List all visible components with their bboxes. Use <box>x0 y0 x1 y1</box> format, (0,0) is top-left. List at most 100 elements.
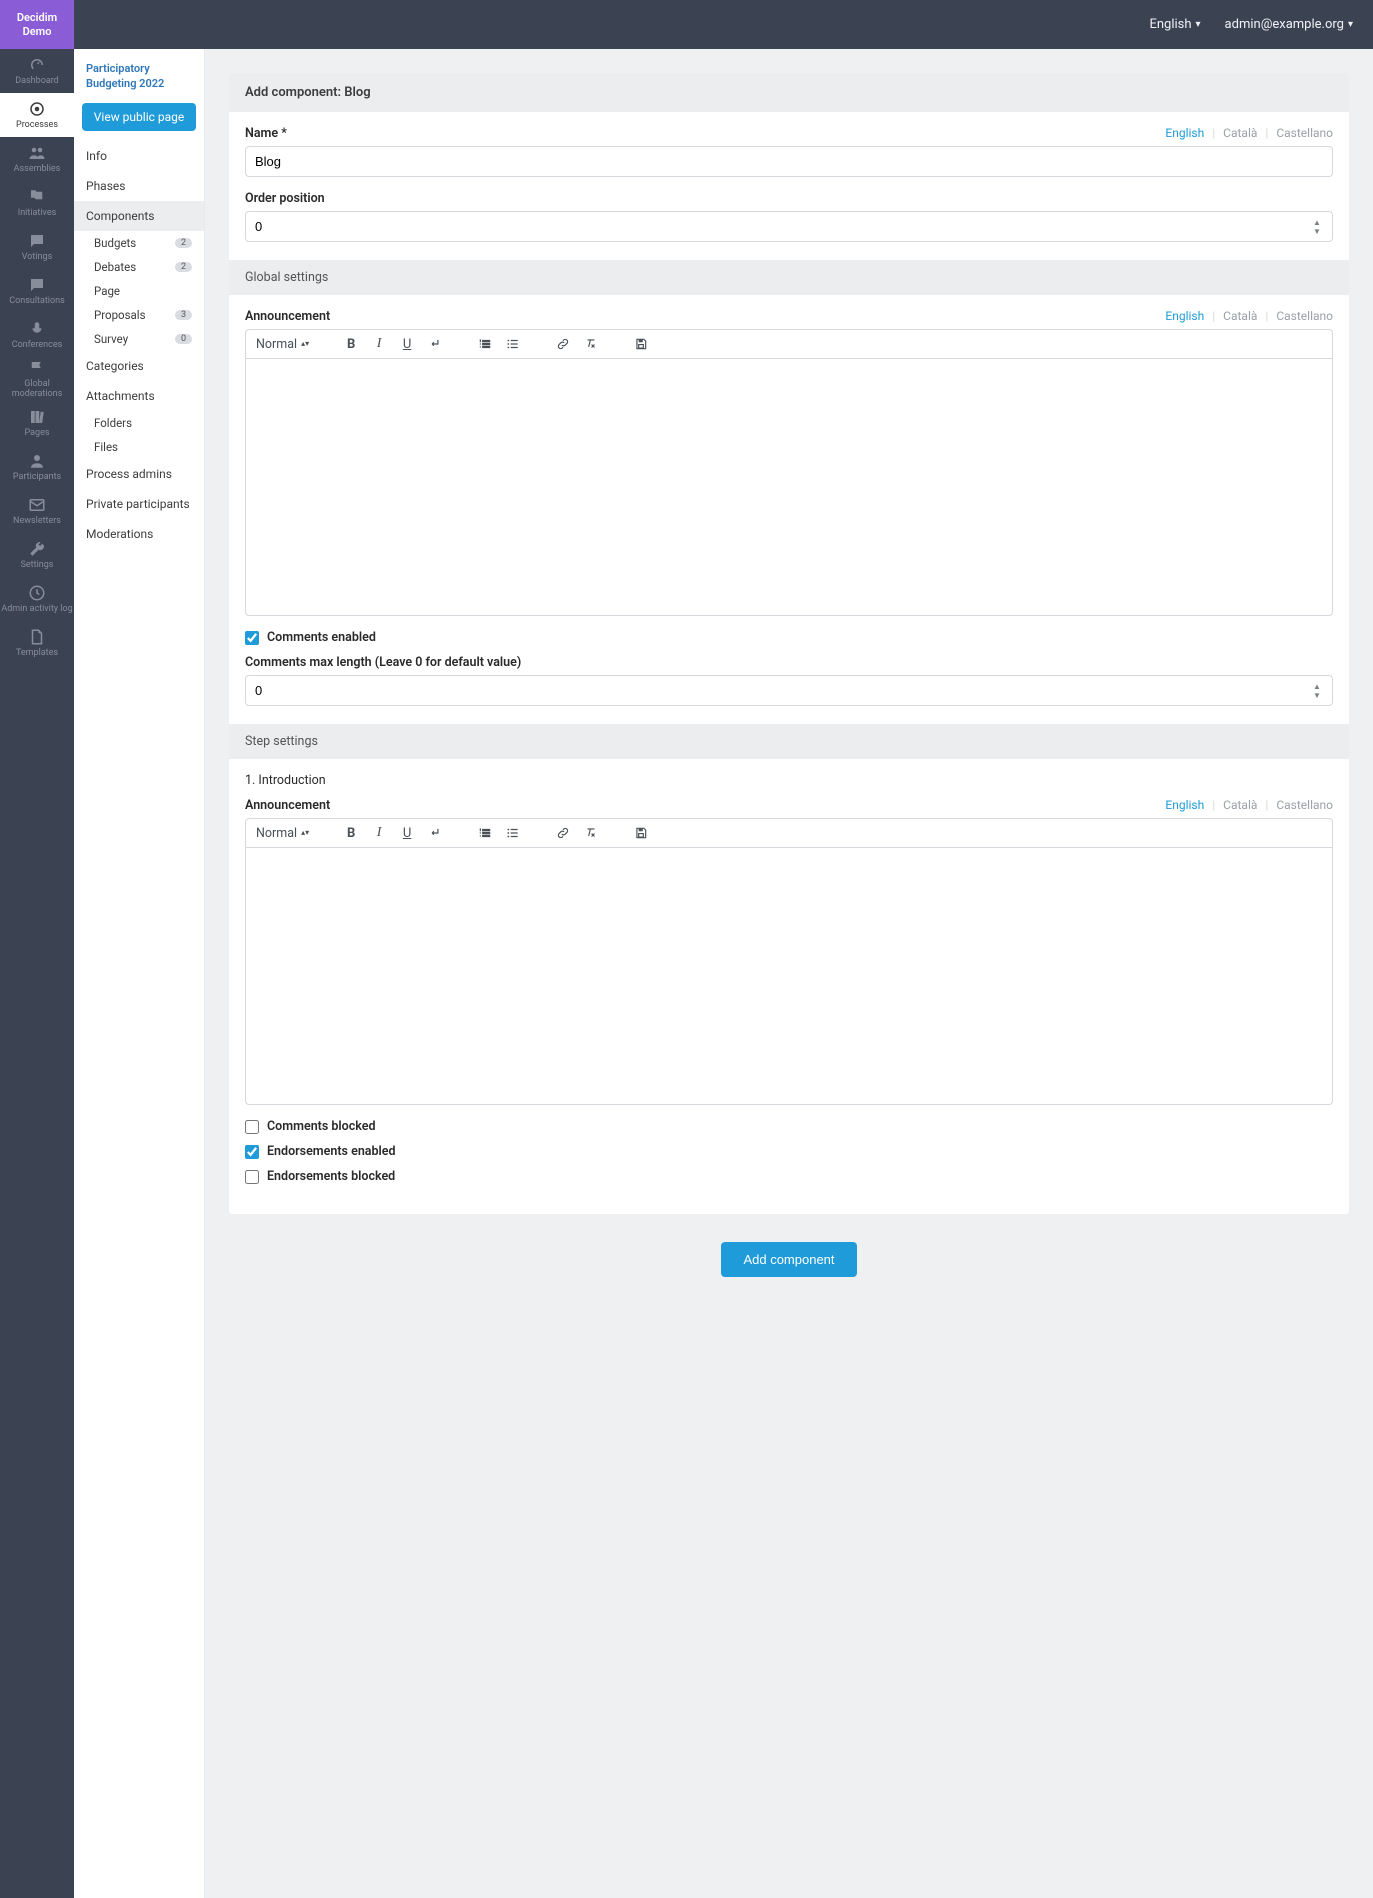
title-bar: English admin@example.org <box>74 0 1373 49</box>
italic-icon[interactable]: I <box>371 336 387 352</box>
link-icon[interactable] <box>555 336 571 352</box>
lang-tab-català[interactable]: Català <box>1212 309 1257 323</box>
name-field: Name * English Català Castellano <box>245 126 1333 177</box>
secondary-private-participants[interactable]: Private participants <box>74 489 204 519</box>
nav-assemblies[interactable]: Assemblies <box>0 137 74 181</box>
secondary-attachments[interactable]: Attachments <box>74 381 204 411</box>
submit-row: Add component <box>229 1242 1349 1277</box>
save-icon[interactable] <box>633 336 649 352</box>
lang-tab-català[interactable]: Català <box>1212 798 1257 812</box>
nav-conferences[interactable]: Conferences <box>0 313 74 357</box>
user-dropdown[interactable]: admin@example.org <box>1225 17 1353 32</box>
endorsements-enabled-checkbox[interactable] <box>245 1145 259 1159</box>
nav-admin-activity-log[interactable]: Admin activity log <box>0 577 74 621</box>
nav-newsletters[interactable]: Newsletters <box>0 489 74 533</box>
ordered-list-icon[interactable] <box>477 825 493 841</box>
save-icon[interactable] <box>633 825 649 841</box>
endorsements-enabled-label: Endorsements enabled <box>267 1144 396 1159</box>
step-settings-heading: Step settings <box>229 724 1349 759</box>
link-icon[interactable] <box>555 825 571 841</box>
secondary-sub-budgets[interactable]: Budgets2 <box>74 231 204 255</box>
announcement-label: Announcement <box>245 309 330 324</box>
linebreak-icon[interactable] <box>427 825 443 841</box>
nav-pages[interactable]: Pages <box>0 401 74 445</box>
comments-blocked-label: Comments blocked <box>267 1119 376 1134</box>
secondary-nav: Participatory Budgeting 2022 View public… <box>74 49 205 1898</box>
underline-icon[interactable]: U <box>399 336 415 352</box>
editor-toolbar: Normal BIU <box>246 330 1332 359</box>
secondary-sub-page[interactable]: Page <box>74 279 204 303</box>
view-public-button[interactable]: View public page <box>82 103 196 131</box>
count-badge: 0 <box>175 334 192 344</box>
brand-logo[interactable]: Decidim Demo <box>0 0 74 49</box>
secondary-process-admins[interactable]: Process admins <box>74 459 204 489</box>
lang-tab-castellano[interactable]: Castellano <box>1265 126 1333 140</box>
secondary-components[interactable]: Components <box>74 201 204 231</box>
global-settings-heading: Global settings <box>229 260 1349 295</box>
underline-icon[interactable]: U <box>399 825 415 841</box>
announcement-textarea[interactable] <box>246 359 1332 615</box>
nav-participants[interactable]: Participants <box>0 445 74 489</box>
secondary-sub-survey[interactable]: Survey0 <box>74 327 204 351</box>
comments-blocked-checkbox[interactable] <box>245 1120 259 1134</box>
format-select[interactable]: Normal <box>256 337 309 352</box>
comments-max-label: Comments max length (Leave 0 for default… <box>245 655 521 670</box>
name-label: Name * <box>245 126 287 141</box>
language-dropdown[interactable]: English <box>1149 17 1200 32</box>
secondary-categories[interactable]: Categories <box>74 351 204 381</box>
secondary-sub-folders[interactable]: Folders <box>74 411 204 435</box>
comments-blocked-row: Comments blocked <box>245 1119 1333 1134</box>
editor-toolbar: Normal BIU <box>246 819 1332 848</box>
order-input[interactable] <box>245 211 1333 242</box>
main-nav: Decidim Demo DashboardProcessesAssemblie… <box>0 0 74 1898</box>
comments-enabled-label: Comments enabled <box>267 630 376 645</box>
clear-format-icon[interactable] <box>583 825 599 841</box>
step-name: 1. Introduction <box>245 773 1333 788</box>
nav-global-moderations[interactable]: Global moderations <box>0 357 74 401</box>
unordered-list-icon[interactable] <box>505 336 521 352</box>
main-content: Add component: Blog Name * EnglishCatalà… <box>205 49 1373 1898</box>
nav-processes[interactable]: Processes <box>0 93 74 137</box>
comments-enabled-checkbox[interactable] <box>245 631 259 645</box>
clear-format-icon[interactable] <box>583 336 599 352</box>
lang-tabs-step-announcement: English Català Castellano <box>1157 798 1333 812</box>
lang-tab-català[interactable]: Català <box>1212 126 1257 140</box>
nav-consultations[interactable]: Consultations <box>0 269 74 313</box>
lang-tabs-name: English Català Castellano <box>1157 126 1333 140</box>
global-announcement-field: Announcement English Català Castellano Nor… <box>245 309 1333 616</box>
nav-initiatives[interactable]: Initiatives <box>0 181 74 225</box>
nav-dashboard[interactable]: Dashboard <box>0 49 74 93</box>
lang-tab-english[interactable]: English <box>1165 126 1204 140</box>
nav-votings[interactable]: Votings <box>0 225 74 269</box>
italic-icon[interactable]: I <box>371 825 387 841</box>
add-component-button[interactable]: Add component <box>721 1242 856 1277</box>
bold-icon[interactable]: B <box>343 825 359 841</box>
secondary-sub-debates[interactable]: Debates2 <box>74 255 204 279</box>
ordered-list-icon[interactable] <box>477 336 493 352</box>
count-badge: 2 <box>175 238 192 248</box>
step-announcement-textarea[interactable] <box>246 848 1332 1104</box>
nav-templates[interactable]: Templates <box>0 621 74 665</box>
comments-max-field: Comments max length (Leave 0 for default… <box>245 655 1333 706</box>
lang-tab-english[interactable]: English <box>1165 798 1204 812</box>
secondary-phases[interactable]: Phases <box>74 171 204 201</box>
step-announcement-editor: Normal BIU <box>245 818 1333 1105</box>
lang-tab-castellano[interactable]: Castellano <box>1265 798 1333 812</box>
secondary-sub-proposals[interactable]: Proposals3 <box>74 303 204 327</box>
comments-max-input[interactable] <box>245 675 1333 706</box>
linebreak-icon[interactable] <box>427 336 443 352</box>
lang-tab-english[interactable]: English <box>1165 309 1204 323</box>
format-select[interactable]: Normal <box>256 826 309 841</box>
secondary-moderations[interactable]: Moderations <box>74 519 204 549</box>
count-badge: 3 <box>175 310 192 320</box>
secondary-sub-files[interactable]: Files <box>74 435 204 459</box>
bold-icon[interactable]: B <box>343 336 359 352</box>
name-input[interactable] <box>245 146 1333 177</box>
secondary-info[interactable]: Info <box>74 141 204 171</box>
breadcrumb[interactable]: Participatory Budgeting 2022 <box>86 62 164 90</box>
lang-tab-castellano[interactable]: Castellano <box>1265 309 1333 323</box>
unordered-list-icon[interactable] <box>505 825 521 841</box>
endorsements-blocked-checkbox[interactable] <box>245 1170 259 1184</box>
nav-settings[interactable]: Settings <box>0 533 74 577</box>
order-field: Order position ▲▼ <box>245 191 1333 242</box>
